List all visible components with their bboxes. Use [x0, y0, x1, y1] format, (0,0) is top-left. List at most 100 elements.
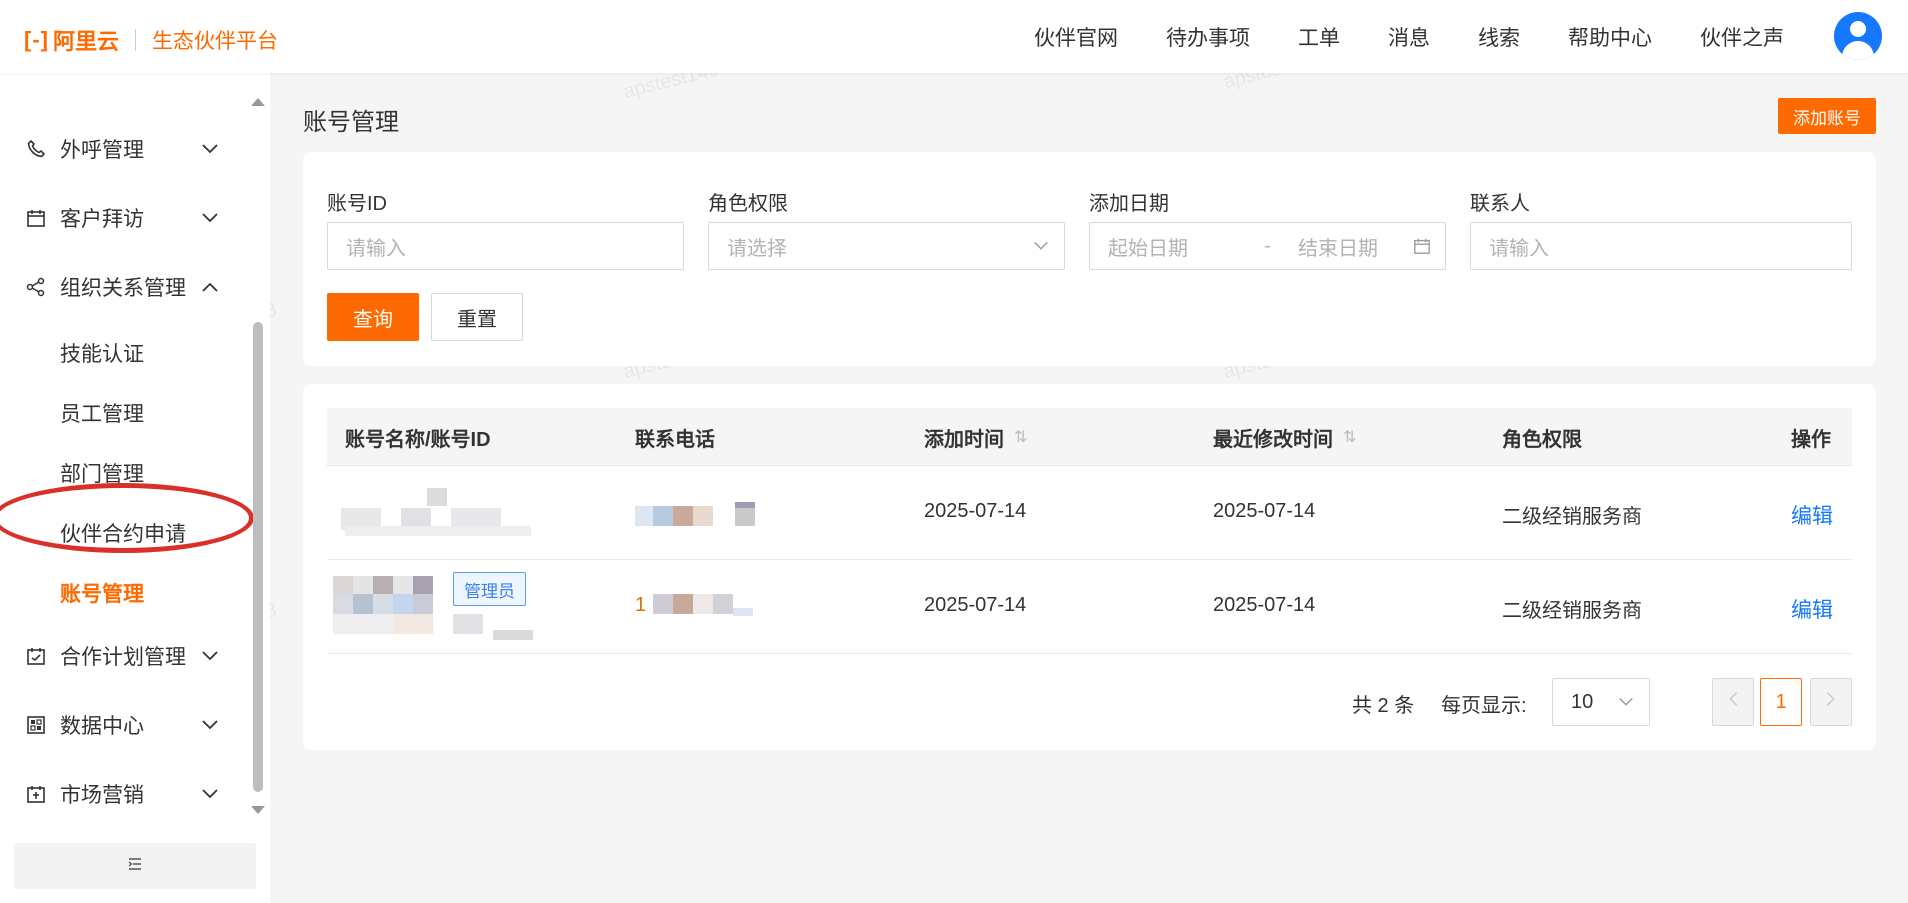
date-separator: - — [1264, 234, 1271, 257]
top-bar: [-] 阿里云 生态伙伴平台 伙伴官网 待办事项 工单 消息 线索 帮助中心 伙… — [0, 0, 1908, 73]
nav-leads[interactable]: 线索 — [1478, 22, 1520, 52]
added-time: 2025-07-14 — [924, 500, 1027, 522]
chevron-up-icon — [200, 277, 220, 297]
scroll-up-arrow[interactable] — [251, 98, 265, 106]
chevron-down-icon — [200, 208, 220, 228]
sort-icon[interactable]: ⇅ — [1343, 427, 1356, 447]
top-nav: 伙伴官网 待办事项 工单 消息 线索 帮助中心 伙伴之声 — [986, 0, 1784, 73]
added-time: 2025-07-14 — [924, 594, 1027, 616]
role-select[interactable]: 请选择 — [708, 222, 1065, 270]
sidebar-scrollbar[interactable] — [253, 322, 263, 792]
sidebar-subitem-department[interactable]: 部门管理 — [60, 458, 144, 488]
column-header: 角色权限 — [1502, 428, 1582, 451]
add-account-button[interactable]: 添加账号 — [1778, 98, 1876, 134]
page-size-select[interactable]: 10 — [1552, 678, 1650, 726]
placeholder: 请输入 — [1489, 237, 1549, 260]
placeholder: 请选择 — [727, 237, 787, 260]
sidebar-item-customer-visit[interactable]: 客户拜访 — [0, 194, 248, 242]
date-label: 添加日期 — [1089, 193, 1169, 215]
share-icon — [26, 277, 46, 297]
admin-tag: 管理员 — [453, 572, 526, 606]
chevron-down-icon — [1032, 237, 1050, 261]
redacted-phone — [635, 502, 755, 528]
role: 二级经销服务商 — [1502, 600, 1642, 622]
sidebar-item-marketing[interactable]: 市场营销 — [0, 770, 248, 818]
modified-time: 2025-07-14 — [1213, 594, 1316, 616]
prev-page-button[interactable] — [1712, 678, 1754, 726]
nav-messages[interactable]: 消息 — [1388, 22, 1430, 52]
sidebar-item-outbound-call[interactable]: 外呼管理 — [0, 125, 248, 173]
sidebar-item-org-relation[interactable]: 组织关系管理 — [0, 263, 248, 311]
sidebar-subitem-skill-cert[interactable]: 技能认证 — [60, 338, 144, 368]
logo-divider — [135, 29, 136, 51]
sidebar-item-cut-off[interactable] — [26, 73, 246, 87]
sidebar-item-label: 外呼管理 — [60, 139, 144, 162]
sidebar-item-label: 市场营销 — [60, 784, 144, 807]
table-row: 管理员 1 2025-07-14 2025-07-14 二级经销服务商 编辑 — [327, 560, 1852, 654]
reset-button[interactable]: 重置 — [431, 293, 523, 341]
next-page-button[interactable] — [1810, 678, 1852, 726]
start-date-input[interactable]: 起始日期 — [1108, 232, 1188, 261]
chevron-right-icon — [1824, 690, 1838, 714]
chevron-down-icon — [200, 784, 220, 804]
edit-link[interactable]: 编辑 — [1791, 500, 1833, 530]
column-header-sortable[interactable]: 最近修改时间 ⇅ — [1213, 408, 1356, 466]
avatar[interactable] — [1834, 12, 1882, 60]
calendar-icon — [1413, 237, 1431, 261]
page-number-button[interactable]: 1 — [1760, 678, 1802, 726]
query-button[interactable]: 查询 — [327, 293, 419, 341]
account-id-input[interactable]: 请输入 — [327, 222, 684, 270]
sidebar-collapse-button[interactable] — [14, 843, 256, 889]
redacted-account-name — [341, 488, 531, 538]
column-header: 账号名称/账号ID — [345, 428, 491, 451]
chevron-down-icon — [200, 646, 220, 666]
phone-icon — [26, 139, 46, 159]
nav-partner-voice[interactable]: 伙伴之声 — [1700, 22, 1784, 52]
chevron-down-icon — [1617, 693, 1635, 717]
column-header: 联系电话 — [635, 428, 715, 451]
sidebar-item-label: 客户拜访 — [60, 208, 144, 231]
calendar-icon — [26, 208, 46, 228]
contact-label: 联系人 — [1470, 193, 1530, 215]
column-header-sortable[interactable]: 添加时间 ⇅ — [924, 408, 1027, 466]
nav-partner-site[interactable]: 伙伴官网 — [1034, 22, 1118, 52]
end-date-input[interactable]: 结束日期 — [1298, 232, 1378, 261]
sidebar-subitem-contract[interactable]: 伙伴合约申请 — [60, 518, 186, 548]
plan-icon — [26, 646, 46, 666]
edit-link[interactable]: 编辑 — [1791, 594, 1833, 624]
sidebar-item-coop-plan[interactable]: 合作计划管理 — [0, 632, 248, 680]
sort-icon[interactable]: ⇅ — [1014, 427, 1027, 447]
grid-icon — [26, 715, 46, 735]
sidebar-item-label: 合作计划管理 — [60, 646, 186, 669]
per-page-label: 每页显示: — [1441, 695, 1527, 717]
chevron-down-icon — [200, 139, 220, 159]
total-count: 共 2 条 — [1352, 695, 1415, 717]
placeholder: 请输入 — [346, 237, 406, 260]
aliyun-logo-mark: [-] — [24, 27, 49, 52]
sidebar-subitem-account[interactable]: 账号管理 — [60, 578, 144, 608]
sidebar-item-data-center[interactable]: 数据中心 — [0, 701, 248, 749]
modified-time: 2025-07-14 — [1213, 500, 1316, 522]
logo[interactable]: [-] 阿里云 生态伙伴平台 — [24, 24, 278, 56]
account-id-label: 账号ID — [327, 193, 387, 215]
date-range-picker[interactable]: 起始日期 - 结束日期 — [1089, 222, 1446, 270]
nav-todo[interactable]: 待办事项 — [1166, 22, 1250, 52]
platform-name: 生态伙伴平台 — [152, 30, 278, 53]
sidebar-subitem-staff[interactable]: 员工管理 — [60, 398, 144, 428]
chevron-left-icon — [1726, 690, 1740, 714]
table-header: 账号名称/账号ID 联系电话 添加时间 ⇅ 最近修改时间 ⇅ 角色权限 操作 — [327, 408, 1852, 466]
nav-help-center[interactable]: 帮助中心 — [1568, 22, 1652, 52]
phone-prefix: 1 — [635, 594, 647, 616]
contact-input[interactable]: 请输入 — [1470, 222, 1852, 270]
redacted-phone — [653, 590, 753, 618]
sidebar-item-label: 组织关系管理 — [60, 277, 186, 300]
sidebar-item-label: 数据中心 — [60, 715, 144, 738]
page-size-value: 10 — [1571, 690, 1594, 713]
logo-name: 阿里云 — [52, 29, 119, 54]
role-label: 角色权限 — [708, 193, 788, 215]
user-icon — [1850, 21, 1866, 37]
nav-ticket[interactable]: 工单 — [1298, 22, 1340, 52]
role: 二级经销服务商 — [1502, 506, 1642, 528]
scroll-down-arrow[interactable] — [251, 806, 265, 814]
table-row: 2025-07-14 2025-07-14 二级经销服务商 编辑 — [327, 466, 1852, 560]
